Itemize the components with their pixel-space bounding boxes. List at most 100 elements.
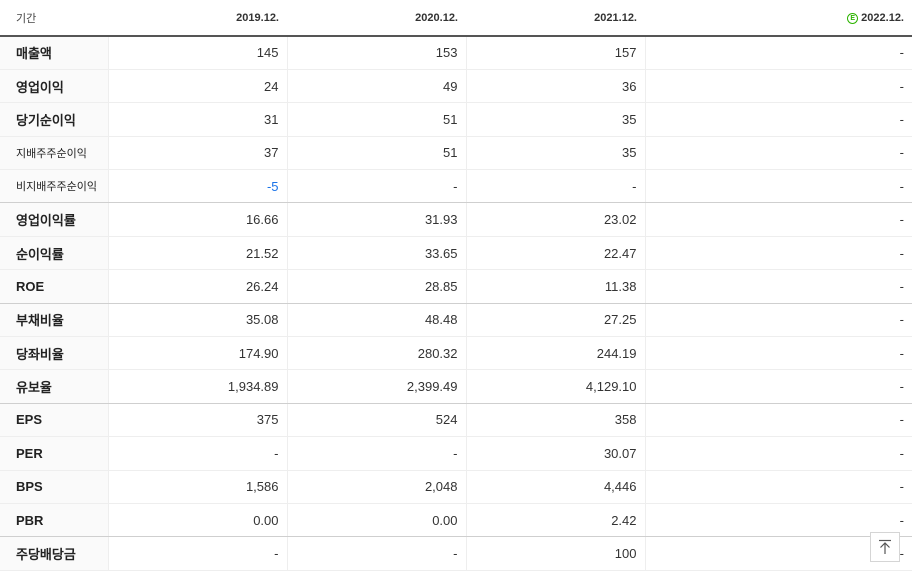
table-cell: 145 <box>107 36 287 70</box>
table-row: 당좌비율 174.90 280.32 244.19- <box>0 336 912 371</box>
table-cell: - <box>644 69 912 104</box>
period-2022: 2022.12. <box>861 11 904 24</box>
table-row: PER - -30.07- <box>0 436 912 471</box>
row-label: PBR <box>0 503 108 538</box>
table-cell: 30.07 <box>465 436 645 471</box>
table-cell: 35 <box>465 136 645 171</box>
table-row: 영업이익률 16.66 31.93 23.02- <box>0 202 912 237</box>
table-cell: 26.24 <box>107 269 287 304</box>
table-row: 영업이익 24 49 36- <box>0 69 912 104</box>
table-cell: 11.38 <box>465 269 645 304</box>
period-2021: 2021.12. <box>466 0 645 37</box>
table-cell: - <box>644 36 912 70</box>
table-cell: 28.85 <box>286 269 466 304</box>
row-label: 비지배주주순이익 <box>0 169 108 204</box>
table-cell: - <box>644 336 912 371</box>
table-cell: - <box>644 202 912 237</box>
table-row: 주당배당금 - -100- <box>0 536 912 571</box>
table-cell: 35.08 <box>107 303 287 338</box>
row-label: 영업이익률 <box>0 202 108 237</box>
table-cell: 31.93 <box>286 202 466 237</box>
table-cell: - <box>107 436 287 471</box>
row-label: EPS <box>0 403 108 438</box>
scroll-to-top-button[interactable] <box>870 532 900 562</box>
table-cell: - <box>644 136 912 171</box>
table-row: BPS 1,586 2,048 4,446- <box>0 470 912 504</box>
table-cell: 37 <box>107 136 287 171</box>
table-cell: - <box>644 269 912 304</box>
table-cell: 33.65 <box>286 236 466 271</box>
period-2022-estimate: E 2022.12. <box>645 0 912 37</box>
row-label: BPS <box>0 470 108 504</box>
table-row: 당기순이익 31 51 35- <box>0 102 912 137</box>
table-row: 유보율 1,934.89 2,399.49 4,129.10- <box>0 369 912 404</box>
table-cell: 1,934.89 <box>107 369 287 404</box>
table-row: EPS 375 524 358- <box>0 403 912 438</box>
table-cell: - <box>644 236 912 271</box>
table-cell: - <box>644 470 912 504</box>
table-row: 순이익률 21.52 33.65 22.47- <box>0 236 912 271</box>
table-row: ROE 26.24 28.85 11.38- <box>0 269 912 304</box>
table-cell: - <box>286 536 466 571</box>
financial-table: 기간 2019.12. 2020.12. 2021.12. E 2022.12. … <box>0 0 912 571</box>
row-label: 영업이익 <box>0 69 108 104</box>
table-row: PBR 0.00 0.00 2.42- <box>0 503 912 538</box>
table-cell: 2.42 <box>465 503 645 538</box>
table-cell: 0.00 <box>107 503 287 538</box>
table-row: 비지배주주순이익 -5- - - <box>0 169 912 204</box>
table-cell: - <box>644 403 912 438</box>
table-cell: - <box>644 436 912 471</box>
table-cell: 51 <box>286 136 466 171</box>
table-cell: 49 <box>286 69 466 104</box>
table-cell: 244.19 <box>465 336 645 371</box>
row-label: 당기순이익 <box>0 102 108 137</box>
period-2019: 2019.12. <box>108 0 287 37</box>
table-cell: - <box>286 169 466 204</box>
table-cell: 358 <box>465 403 645 438</box>
table-cell: 280.32 <box>286 336 466 371</box>
row-label: 주당배당금 <box>0 536 108 571</box>
table-cell: - <box>107 536 287 571</box>
estimate-icon: E <box>847 12 859 24</box>
row-label: 지배주주순이익 <box>0 136 108 171</box>
table-cell: 31 <box>107 102 287 137</box>
header-row: 기간 2019.12. 2020.12. 2021.12. E 2022.12. <box>0 0 912 37</box>
table-cell: 524 <box>286 403 466 438</box>
table-row: 매출액 145 153 157- <box>0 36 912 70</box>
table-cell: 35 <box>465 102 645 137</box>
table-cell: 375 <box>107 403 287 438</box>
table-cell: 2,399.49 <box>286 369 466 404</box>
row-label: 유보율 <box>0 369 108 404</box>
table-cell: 36 <box>465 69 645 104</box>
table-cell: 153 <box>286 36 466 70</box>
row-label: 매출액 <box>0 36 108 70</box>
table-cell: 4,129.10 <box>465 369 645 404</box>
table-cell: -5 <box>107 169 287 204</box>
table-cell: - <box>644 169 912 204</box>
table-cell: 23.02 <box>465 202 645 237</box>
row-label: 부채비율 <box>0 303 108 338</box>
table-row: 지배주주순이익 37 51 35- <box>0 136 912 171</box>
table-cell: 2,048 <box>286 470 466 504</box>
table-cell: 24 <box>107 69 287 104</box>
row-label: 당좌비율 <box>0 336 108 371</box>
period-2020: 2020.12. <box>287 0 466 37</box>
row-label: 순이익률 <box>0 236 108 271</box>
arrow-up-to-line-icon <box>879 539 891 554</box>
table-cell: 51 <box>286 102 466 137</box>
table-cell: 22.47 <box>465 236 645 271</box>
table-cell: - <box>465 169 645 204</box>
table-cell: 48.48 <box>286 303 466 338</box>
table-cell: 27.25 <box>465 303 645 338</box>
table-cell: 100 <box>465 536 645 571</box>
table-cell: 0.00 <box>286 503 466 538</box>
table-cell: 4,446 <box>465 470 645 504</box>
table-cell: - <box>644 102 912 137</box>
table-cell: - <box>286 436 466 471</box>
table-cell: - <box>644 369 912 404</box>
row-label: ROE <box>0 269 108 304</box>
table-row: 부채비율 35.08 48.48 27.25- <box>0 303 912 338</box>
table-cell: - <box>644 303 912 338</box>
table-cell: 16.66 <box>107 202 287 237</box>
row-label: PER <box>0 436 108 471</box>
